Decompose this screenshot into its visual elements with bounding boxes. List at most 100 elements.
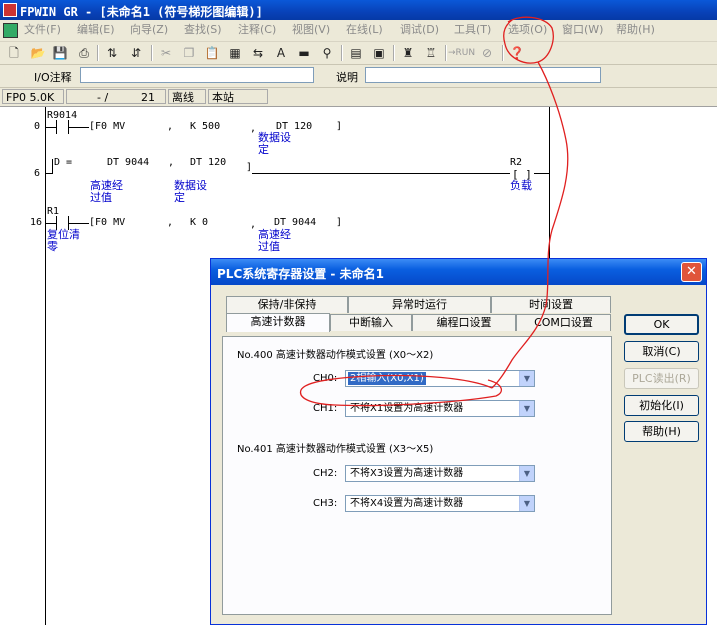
copy-icon[interactable]: ❐ [180, 44, 198, 62]
tab-hold-nonhold[interactable]: 保持/非保持 [226, 296, 348, 313]
field-label-ch2: CH2: [313, 468, 338, 479]
position-value: 21 [141, 91, 155, 104]
menu-file[interactable]: 文件(F) [24, 22, 61, 38]
dialog-title-bar[interactable]: PLC系统寄存器设置 - 未命名1 ✕ [211, 259, 706, 285]
text-icon[interactable]: A [272, 44, 290, 62]
app-title-bar: FPWIN GR - [未命名1 (符号梯形图编辑)] [0, 0, 717, 20]
chevron-down-icon[interactable]: ▼ [519, 466, 534, 481]
ladder-block-icon[interactable]: ▦ [226, 44, 244, 62]
close-icon[interactable]: ✕ [681, 262, 702, 282]
line-icon[interactable]: ▬ [295, 44, 313, 62]
ch2-selected-value: 不将X3设置为高速计数器 [350, 468, 464, 479]
plc-connect-icon[interactable]: ♖ [422, 44, 440, 62]
ch3-selected-value: 不将X4设置为高速计数器 [350, 498, 464, 509]
toolbar: 🗋 📂 💾 ⎙ ⇅ ⇵ ✂ ❐ 📋 ▦ ⇆ A ▬ ⚲ ▤ ▣ ♜ ♖ →RUN… [0, 42, 717, 65]
compare-close: ] [246, 162, 253, 173]
save-icon[interactable]: 💾 [51, 44, 69, 62]
operand-comment: 高速经 [258, 228, 291, 241]
new-file-icon[interactable]: 🗋 [5, 44, 23, 62]
toolbar-separator [445, 45, 447, 61]
initialize-button[interactable]: 初始化(I) [624, 395, 699, 416]
app-icon[interactable] [3, 3, 17, 17]
position-indicator: - / 21 [66, 89, 166, 104]
menu-find[interactable]: 查找(S) [184, 22, 222, 38]
wire [46, 223, 56, 224]
wire [534, 173, 549, 174]
menu-edit[interactable]: 编辑(E) [77, 22, 115, 38]
io-comment-input[interactable] [80, 67, 314, 83]
tab-com-port[interactable]: COM口设置 [516, 314, 611, 331]
ch3-select[interactable]: 不将X4设置为高速计数器 ▼ [345, 495, 535, 512]
left-power-rail [45, 107, 46, 625]
sort-up-icon[interactable]: ⇅ [103, 44, 121, 62]
cut-icon[interactable]: ✂ [157, 44, 175, 62]
mode-indicator: 离线 [168, 89, 206, 104]
menu-wizard[interactable]: 向导(Z) [130, 22, 168, 38]
find-binoculars-icon[interactable]: ⚲ [318, 44, 336, 62]
operand-comment: 定 [258, 143, 269, 156]
field-label-ch3: CH3: [313, 498, 338, 509]
menu-help[interactable]: 帮助(H) [616, 22, 655, 38]
operand-comment: 高速经 [90, 179, 123, 192]
plc-read-button[interactable]: PLC读出(R) [624, 368, 699, 389]
context-help-icon[interactable]: ❓ [508, 44, 526, 62]
halt-icon[interactable]: ⊘ [478, 44, 496, 62]
tab-program-port[interactable]: 编程口设置 [412, 314, 516, 331]
plc-icon[interactable]: ♜ [399, 44, 417, 62]
operand: K 0 [190, 217, 209, 228]
menu-online[interactable]: 在线(L) [346, 22, 383, 38]
toolbar-separator [393, 45, 395, 61]
sort-down-icon[interactable]: ⇵ [127, 44, 145, 62]
monitor-window-icon[interactable]: ▣ [370, 44, 388, 62]
operand-separator: , [167, 121, 174, 132]
menu-debug[interactable]: 调试(D) [400, 22, 439, 38]
menu-window[interactable]: 窗口(W) [562, 22, 603, 38]
convert-icon[interactable]: ⇆ [249, 44, 267, 62]
operand-separator: , [167, 217, 174, 228]
group-title-no400: No.400 高速计数器动作模式设置 (X0～X2) [237, 350, 434, 361]
coil-address: R2 [510, 157, 523, 168]
position-separator: - / [97, 91, 109, 104]
operand-comment: 数据设 [258, 131, 291, 144]
help-button[interactable]: 帮助(H) [624, 421, 699, 442]
tab-error-run[interactable]: 异常时运行 [348, 296, 491, 313]
ok-button[interactable]: OK [624, 314, 699, 335]
menu-view[interactable]: 视图(V) [292, 22, 330, 38]
chevron-down-icon[interactable]: ▼ [519, 401, 534, 416]
tab-time-settings[interactable]: 时间设置 [491, 296, 611, 313]
ch1-selected-value: 不将X1设置为高速计数器 [350, 403, 464, 414]
operand-comment: 过值 [258, 240, 280, 253]
instruction: [F0 MV [89, 121, 126, 132]
wire [69, 223, 89, 224]
dialog-title: PLC系统寄存器设置 - 未命名1 [217, 267, 384, 281]
plc-model: FP0 5.0K [2, 89, 64, 104]
print-icon[interactable]: ⎙ [75, 44, 93, 62]
field-label-ch0: CH0: [313, 373, 338, 384]
tab-panel-high-speed-counter: No.400 高速计数器动作模式设置 (X0～X2) CH0: 2相输入(X0,… [222, 336, 612, 615]
instruction: [F0 MV [89, 217, 126, 228]
ch1-select[interactable]: 不将X1设置为高速计数器 ▼ [345, 400, 535, 417]
chevron-down-icon[interactable]: ▼ [519, 496, 534, 511]
contact-bar [56, 120, 57, 134]
toolbar-separator [151, 45, 153, 61]
open-folder-icon[interactable]: 📂 [29, 44, 47, 62]
ch0-select[interactable]: 2相输入(X0,X1) ▼ [345, 370, 535, 387]
window-title: FPWIN GR - [未命名1 (符号梯形图编辑)] [20, 5, 263, 19]
tab-high-speed-counter[interactable]: 高速计数器 [226, 313, 330, 332]
tab-interrupt-input[interactable]: 中断输入 [330, 314, 412, 331]
wire [69, 127, 89, 128]
menu-options[interactable]: 选项(O) [508, 22, 547, 38]
operand-separator: , [168, 157, 175, 168]
paste-icon[interactable]: 📋 [203, 44, 221, 62]
ch2-select[interactable]: 不将X3设置为高速计数器 ▼ [345, 465, 535, 482]
monitor-grid-icon[interactable]: ▤ [347, 44, 365, 62]
document-icon[interactable] [3, 23, 18, 38]
cancel-button[interactable]: 取消(C) [624, 341, 699, 362]
description-input[interactable] [365, 67, 601, 83]
menu-tools[interactable]: 工具(T) [454, 22, 491, 38]
menu-comment[interactable]: 注释(C) [238, 22, 276, 38]
coil-comment: 负载 [510, 179, 532, 192]
ch0-selected-value: 2相输入(X0,X1) [348, 372, 426, 385]
chevron-down-icon[interactable]: ▼ [519, 371, 534, 386]
run-mode-button[interactable]: →RUN [448, 44, 475, 62]
